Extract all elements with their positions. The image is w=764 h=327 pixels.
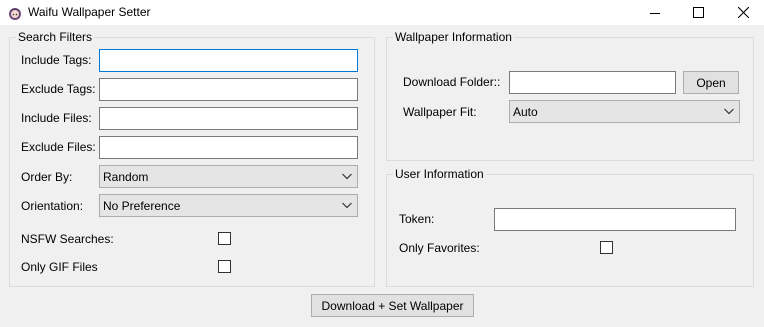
only-gif-checkbox[interactable] <box>218 260 231 273</box>
include-files-field[interactable] <box>99 107 358 130</box>
only-gif-label: Only GIF Files <box>21 260 98 274</box>
window-title: Waifu Wallpaper Setter <box>28 5 151 19</box>
exclude-tags-input[interactable] <box>100 79 357 100</box>
orientation-value: No Preference <box>103 199 181 213</box>
close-icon <box>737 7 749 18</box>
maximize-icon <box>692 7 704 18</box>
chevron-down-icon <box>724 108 734 115</box>
include-files-input[interactable] <box>100 108 357 129</box>
open-button[interactable]: Open <box>683 71 739 94</box>
download-folder-input[interactable] <box>510 72 675 93</box>
token-input[interactable] <box>495 209 735 230</box>
only-favorites-checkbox[interactable] <box>600 241 613 254</box>
exclude-tags-label: Exclude Tags: <box>21 82 96 96</box>
include-tags-label: Include Tags: <box>21 53 92 67</box>
title-bar: Waifu Wallpaper Setter <box>0 0 764 25</box>
token-label: Token: <box>399 212 435 226</box>
app-icon <box>9 8 21 20</box>
order-by-label: Order By: <box>21 170 73 184</box>
wallpaper-info-title: Wallpaper Information <box>393 30 514 44</box>
wallpaper-fit-value: Auto <box>513 105 538 119</box>
user-info-title: User Information <box>393 167 486 181</box>
minimize-button[interactable] <box>632 0 678 25</box>
orientation-dropdown[interactable]: No Preference <box>99 194 358 217</box>
download-set-wallpaper-button[interactable]: Download + Set Wallpaper <box>311 294 474 317</box>
exclude-files-label: Exclude Files: <box>21 140 96 154</box>
include-tags-field[interactable] <box>99 49 358 72</box>
maximize-button[interactable] <box>675 0 721 25</box>
order-by-dropdown[interactable]: Random <box>99 165 358 188</box>
close-button[interactable] <box>720 0 764 25</box>
exclude-files-input[interactable] <box>100 137 357 158</box>
order-by-value: Random <box>103 170 149 184</box>
nsfw-searches-checkbox[interactable] <box>218 232 231 245</box>
chevron-down-icon <box>342 202 352 209</box>
token-field[interactable] <box>494 208 736 231</box>
search-filters-group: Search Filters <box>9 30 375 287</box>
orientation-label: Orientation: <box>21 199 84 213</box>
minimize-icon <box>650 12 660 14</box>
nsfw-searches-label: NSFW Searches: <box>21 232 114 246</box>
wallpaper-info-group: Wallpaper Information <box>386 30 754 161</box>
exclude-tags-field[interactable] <box>99 78 358 101</box>
chevron-down-icon <box>342 173 352 180</box>
search-filters-title: Search Filters <box>16 30 95 44</box>
wallpaper-fit-label: Wallpaper Fit: <box>403 105 477 119</box>
download-folder-field[interactable] <box>509 71 676 94</box>
exclude-files-field[interactable] <box>99 136 358 159</box>
wallpaper-fit-dropdown[interactable]: Auto <box>509 100 740 123</box>
download-folder-label: Download Folder:: <box>403 75 501 89</box>
only-favorites-label: Only Favorites: <box>399 241 480 255</box>
include-tags-input[interactable] <box>100 50 357 71</box>
include-files-label: Include Files: <box>21 111 92 125</box>
